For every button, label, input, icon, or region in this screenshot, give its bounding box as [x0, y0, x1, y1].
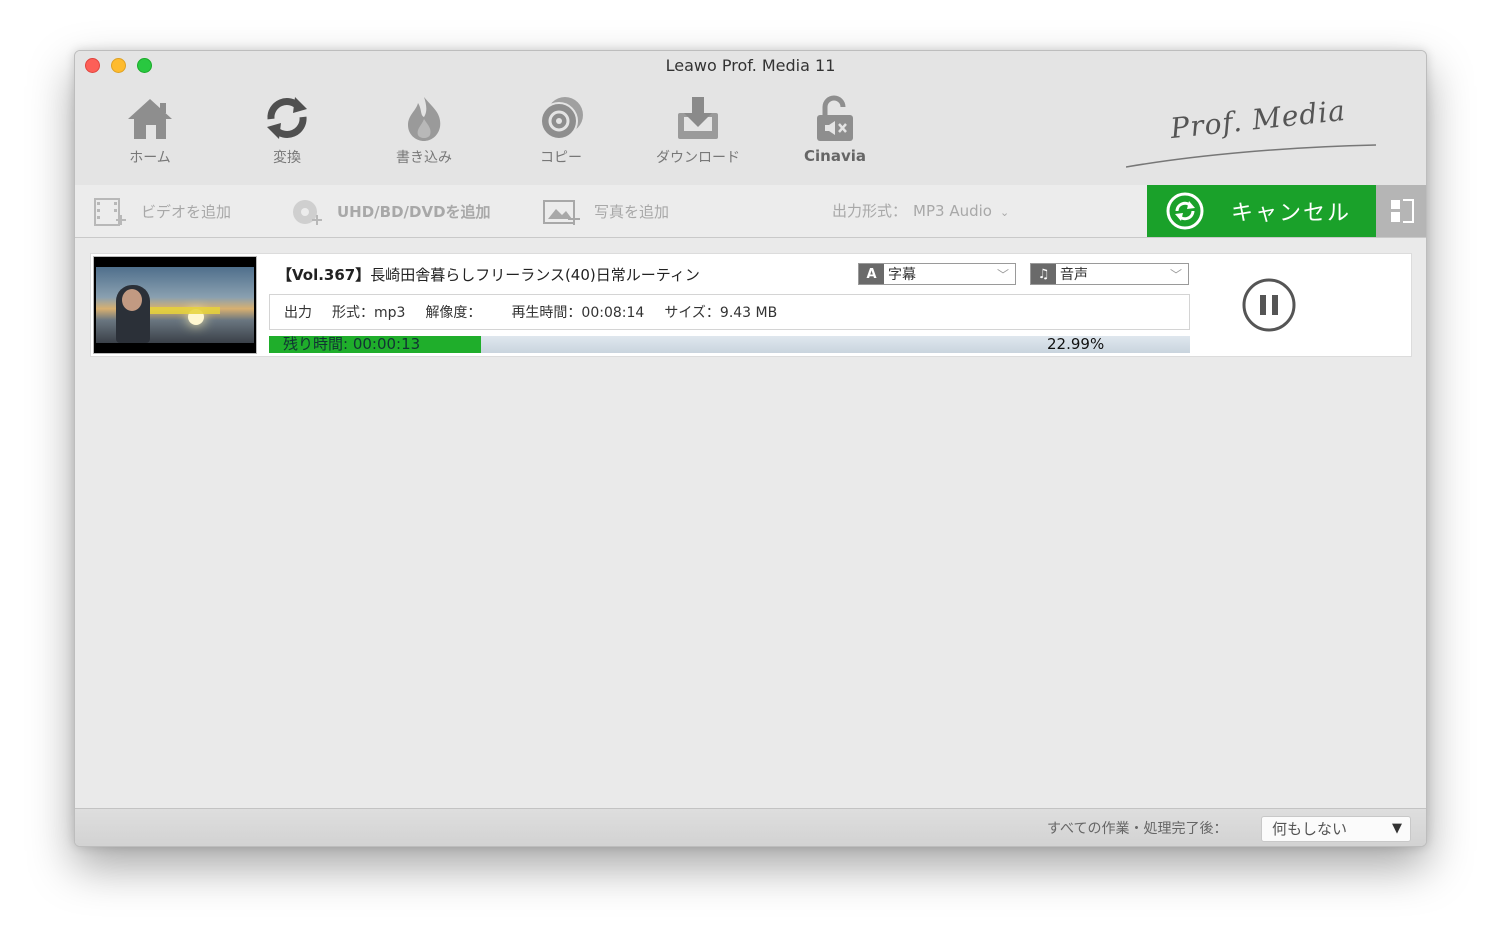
task-item: 【Vol.367】長崎田舎暮らしフリーランス(40)日常ルーティン A 字幕 ﹀…	[90, 253, 1412, 357]
music-note-icon: ♫	[1031, 264, 1056, 284]
nav-burn[interactable]: 書き込み	[374, 95, 474, 167]
nav-cinavia[interactable]: Cinavia	[785, 95, 885, 165]
home-icon	[128, 99, 172, 139]
after-completion-select[interactable]: 何もしない ▼	[1261, 816, 1411, 842]
size-info: サイズ：9.43 MB	[664, 305, 778, 321]
nav-download[interactable]: ダウンロード	[648, 95, 748, 167]
output-label: 出力	[284, 305, 312, 321]
format-info: 形式：mp3	[332, 305, 406, 321]
nav-home[interactable]: ホーム	[100, 95, 200, 167]
close-window-button[interactable]	[85, 58, 100, 73]
nav-convert[interactable]: 変換	[237, 95, 337, 167]
progress-percent: 22.99%	[1047, 335, 1105, 353]
title-bar: Leawo Prof. Media 11	[75, 51, 1426, 81]
progress-bar: 残り時間: 00:00:13 22.99%	[269, 335, 1190, 353]
pause-button[interactable]	[1241, 277, 1297, 333]
video-thumbnail[interactable]	[93, 256, 257, 354]
chevron-down-icon: ⌄	[999, 206, 1010, 219]
resolution-info: 解像度：	[425, 305, 482, 321]
duration-info: 再生時間：00:08:14	[511, 305, 645, 321]
nav-copy[interactable]: コピー	[511, 95, 611, 167]
chevron-down-icon: ﹀	[1169, 268, 1182, 282]
minimize-window-button[interactable]	[111, 58, 126, 73]
layout-panel-icon	[1391, 199, 1414, 223]
subtitle-icon: A	[859, 264, 884, 284]
window-title: Leawo Prof. Media 11	[665, 56, 836, 75]
status-bar: すべての作業・処理完了後： 何もしない ▼	[75, 808, 1426, 846]
chevron-down-icon: ▼	[1392, 821, 1402, 836]
unlock-icon	[817, 95, 853, 141]
subtitle-dropdown[interactable]: A 字幕 ﹀	[858, 263, 1016, 285]
action-bar: ビデオを追加 UHD/BD/DVDを追加 写真を追加 出力形式： MP3 Audi…	[75, 185, 1426, 238]
add-video-button[interactable]: ビデオを追加	[93, 185, 231, 238]
download-icon	[678, 97, 718, 139]
chevron-down-icon: ﹀	[996, 268, 1009, 282]
remaining-time: 残り時間: 00:00:13	[283, 335, 421, 353]
copy-disc-icon	[540, 97, 583, 140]
cancel-button[interactable]: キャンセル	[1147, 185, 1376, 237]
add-disc-button[interactable]: UHD/BD/DVDを追加	[291, 185, 491, 238]
main-toolbar: ホーム 変換 書き込み コピー ダウンロード Cinavia Prof. Med…	[75, 81, 1426, 185]
task-title: 【Vol.367】長崎田舎暮らしフリーランス(40)日常ルーティン	[277, 266, 700, 284]
burn-icon	[408, 97, 441, 141]
audio-dropdown[interactable]: ♫ 音声 ﹀	[1030, 263, 1189, 285]
task-list: 【Vol.367】長崎田舎暮らしフリーランス(40)日常ルーティン A 字幕 ﹀…	[75, 238, 1426, 808]
refresh-circle-icon	[1166, 192, 1204, 230]
add-video-icon	[94, 197, 126, 226]
output-info: 出力 形式：mp3 解像度： 再生時間：00:08:14 サイズ：9.43 MB	[269, 294, 1190, 330]
panel-toggle-button[interactable]	[1376, 185, 1426, 237]
brand-logo: Prof. Media	[1168, 93, 1348, 146]
brand-swoosh-icon	[1126, 144, 1376, 168]
output-format-selector[interactable]: 出力形式： MP3 Audio ⌄	[832, 185, 1009, 238]
add-photo-icon	[543, 199, 580, 225]
after-completion-label: すべての作業・処理完了後：	[1047, 821, 1228, 837]
convert-icon	[267, 97, 307, 139]
app-window: Leawo Prof. Media 11 ホーム 変換 書き込み コピー ダウン…	[74, 50, 1427, 847]
add-disc-icon	[293, 199, 322, 225]
add-photo-button[interactable]: 写真を追加	[542, 185, 669, 238]
zoom-window-button[interactable]	[137, 58, 152, 73]
